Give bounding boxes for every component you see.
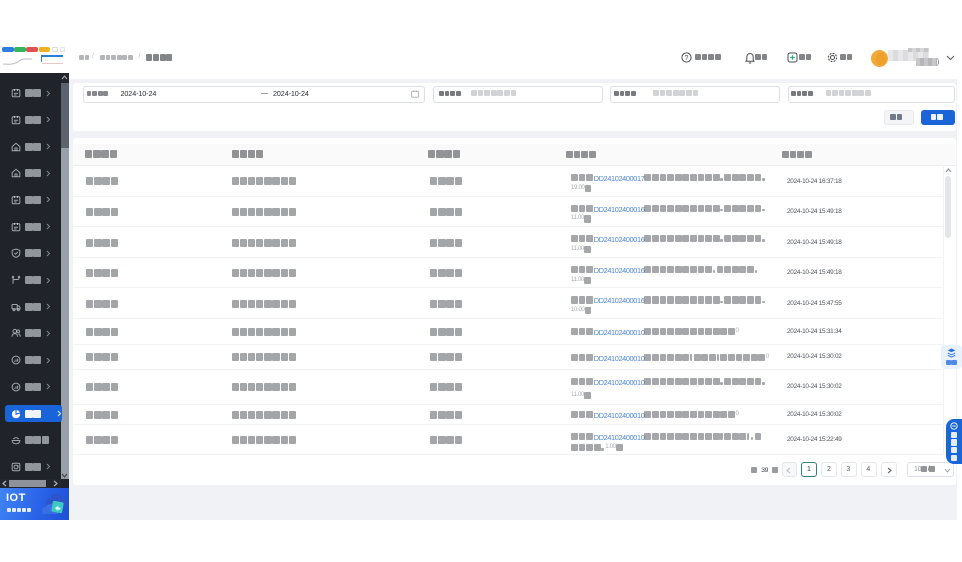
- svg-text:?: ?: [685, 55, 689, 62]
